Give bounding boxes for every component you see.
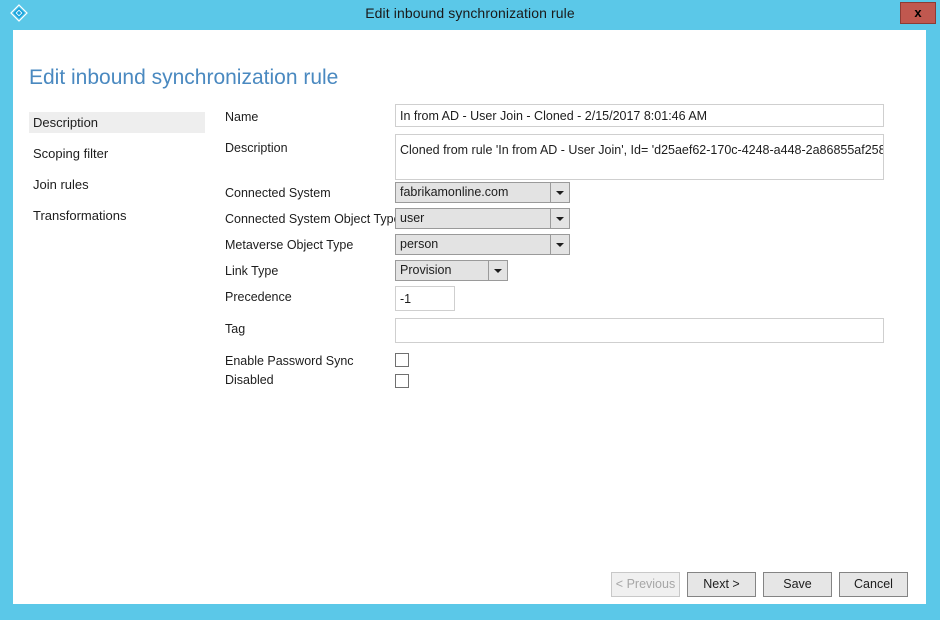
chevron-down-icon[interactable] xyxy=(550,235,569,254)
chevron-down-icon[interactable] xyxy=(550,183,569,202)
dialog-content: Edit inbound synchronization rule Descri… xyxy=(13,30,926,604)
connected-system-object-type-value: user xyxy=(400,211,425,225)
link-type-dropdown[interactable]: Provision xyxy=(395,260,508,281)
enable-password-sync-label: Enable Password Sync xyxy=(225,354,354,368)
metaverse-object-type-value: person xyxy=(400,237,439,251)
description-form: Name Description Connected System fabrik… xyxy=(13,30,926,604)
tag-input[interactable] xyxy=(395,318,884,343)
description-textarea[interactable] xyxy=(395,134,884,180)
disabled-checkbox[interactable] xyxy=(395,374,409,388)
enable-password-sync-checkbox[interactable] xyxy=(395,353,409,367)
dialog-window: Edit inbound synchronization rule x Edit… xyxy=(0,0,940,620)
next-button[interactable]: Next > xyxy=(687,572,756,597)
title-bar: Edit inbound synchronization rule x xyxy=(0,0,940,26)
window-title: Edit inbound synchronization rule xyxy=(365,5,575,21)
precedence-input[interactable] xyxy=(395,286,455,311)
chevron-down-icon[interactable] xyxy=(488,261,507,280)
name-input[interactable] xyxy=(395,104,884,127)
disabled-label: Disabled xyxy=(225,373,274,387)
close-button[interactable]: x xyxy=(900,2,936,24)
metaverse-object-type-dropdown[interactable]: person xyxy=(395,234,570,255)
connected-system-object-type-label: Connected System Object Type xyxy=(225,212,401,226)
chevron-down-icon[interactable] xyxy=(550,209,569,228)
metaverse-object-type-label: Metaverse Object Type xyxy=(225,238,354,252)
cancel-button[interactable]: Cancel xyxy=(839,572,908,597)
connected-system-object-type-dropdown[interactable]: user xyxy=(395,208,570,229)
link-type-label: Link Type xyxy=(225,264,279,278)
previous-button[interactable]: < Previous xyxy=(611,572,680,597)
save-button[interactable]: Save xyxy=(763,572,832,597)
link-type-value: Provision xyxy=(400,263,452,277)
connected-system-label: Connected System xyxy=(225,186,331,200)
name-label: Name xyxy=(225,110,259,124)
description-label: Description xyxy=(225,141,288,155)
tag-label: Tag xyxy=(225,322,246,336)
connected-system-dropdown[interactable]: fabrikamonline.com xyxy=(395,182,570,203)
connected-system-value: fabrikamonline.com xyxy=(400,185,509,199)
precedence-label: Precedence xyxy=(225,290,292,304)
dialog-footer: < Previous Next > Save Cancel xyxy=(13,572,926,604)
